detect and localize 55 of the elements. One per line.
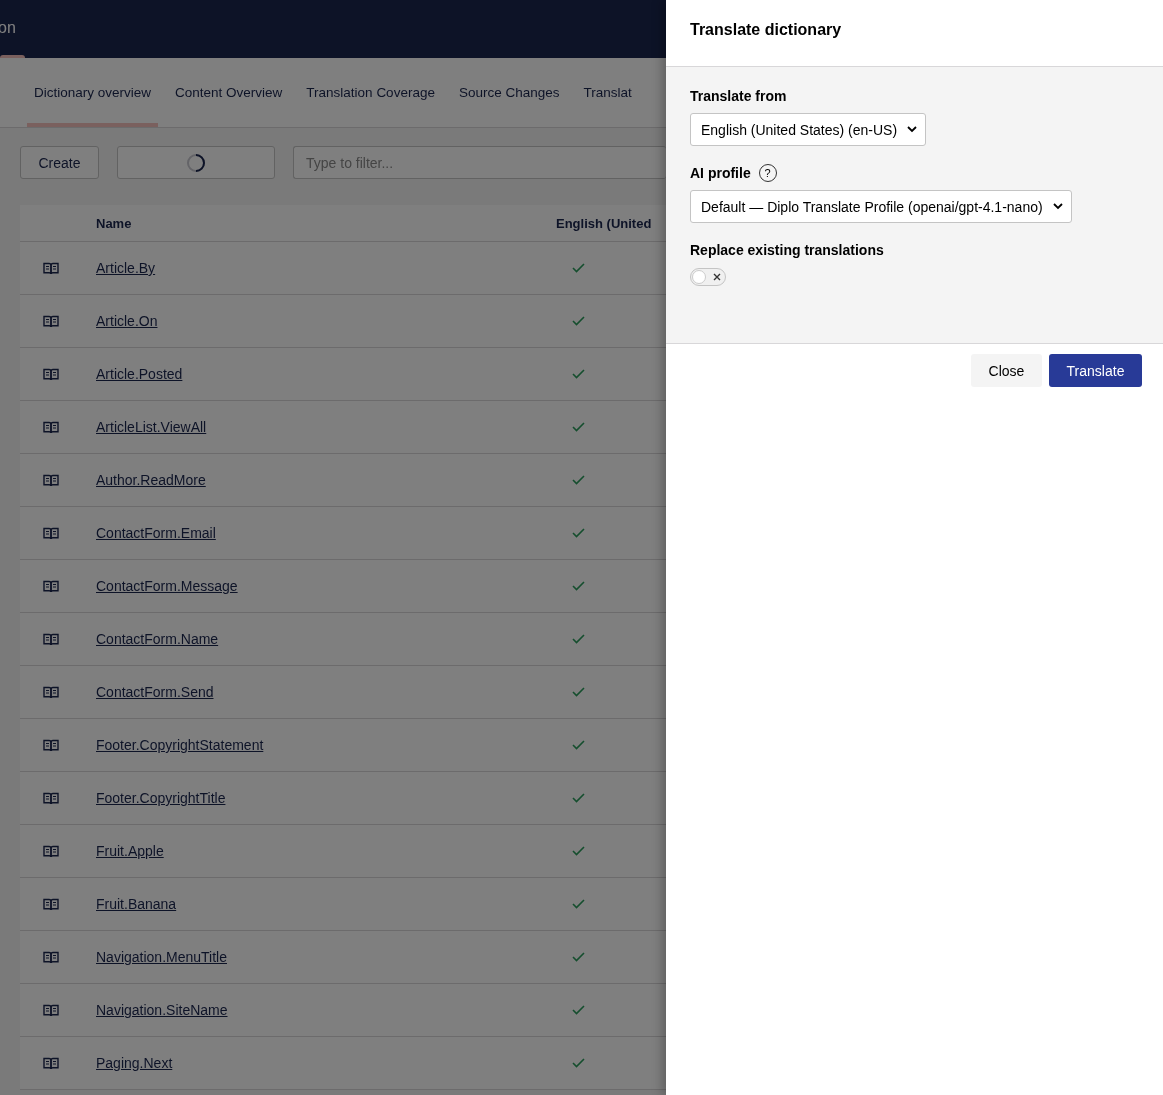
translate-button[interactable]: Translate [1049,354,1142,387]
filter-field[interactable]: Type to filter... [293,146,666,179]
book-icon [43,314,59,328]
chevron-down-icon [1052,203,1063,210]
tab[interactable]: Dictionary overview [27,58,159,127]
book-icon [43,632,59,646]
book-icon [43,579,59,593]
toggle-switch[interactable] [690,268,726,286]
tab[interactable]: Content Overview [168,58,290,127]
tab[interactable]: Translation Coverage [299,58,442,127]
dictionary-item-link[interactable]: Navigation.MenuTitle [96,949,227,965]
book-icon [43,950,59,964]
book-icon [43,844,59,858]
book-icon [43,261,59,275]
dictionary-item-link[interactable]: Navigation.SiteName [96,1002,228,1018]
panel-title: Translate dictionary [690,21,842,39]
cross-icon [713,273,721,281]
active-indicator [0,55,25,58]
book-icon [43,1003,59,1017]
profile-select[interactable]: Default — Diplo Translate Profile (openai/gpt-4.1-nano) [690,190,1072,223]
column-header: Name [96,215,133,231]
book-icon [43,685,59,699]
book-icon [43,420,59,434]
dictionary-item-link[interactable]: Fruit.Banana [96,896,177,912]
dictionary-item-link[interactable]: ContactForm.Email [96,525,216,541]
dictionary-item-link[interactable]: Article.By [96,260,156,276]
dictionary-item-link[interactable]: ContactForm.Name [96,631,219,647]
dictionary-item-link[interactable]: Author.ReadMore [96,472,206,488]
dictionary-item-link[interactable]: Footer.CopyrightStatement [96,737,264,753]
column-header: English (United [556,215,653,231]
dictionary-item-link[interactable]: ContactForm.Message [96,578,238,594]
dictionary-item-link[interactable]: Article.On [96,313,158,329]
language-select[interactable]: English (United States) (en-US) [690,113,927,146]
field-label: Translate from [690,88,787,104]
chevron-down-icon [907,126,918,133]
book-icon [43,367,59,381]
field-label: Replace existing translations [690,242,884,258]
field-label: AI profile [690,165,751,181]
create-button[interactable]: Create [20,146,99,179]
dictionary-item-link[interactable]: ArticleList.ViewAll [96,419,207,435]
book-icon [43,473,59,487]
dictionary-item-link[interactable]: Footer.CopyrightTitle [96,790,226,806]
dictionary-item-link[interactable]: Article.Posted [96,366,183,382]
book-icon [43,897,59,911]
loading-button[interactable] [117,146,275,179]
dictionary-item-link[interactable]: ContactForm.Send [96,684,214,700]
tab[interactable]: Translat [576,58,632,127]
dictionary-item-link[interactable]: Paging.Next [96,1055,173,1071]
close-button[interactable]: Close [971,354,1042,387]
tab[interactable]: Source Changes [451,58,567,127]
book-icon [43,1056,59,1070]
dictionary-item-link[interactable]: Fruit.Apple [96,843,164,859]
book-icon [43,738,59,752]
book-icon [43,526,59,540]
book-icon [43,791,59,805]
